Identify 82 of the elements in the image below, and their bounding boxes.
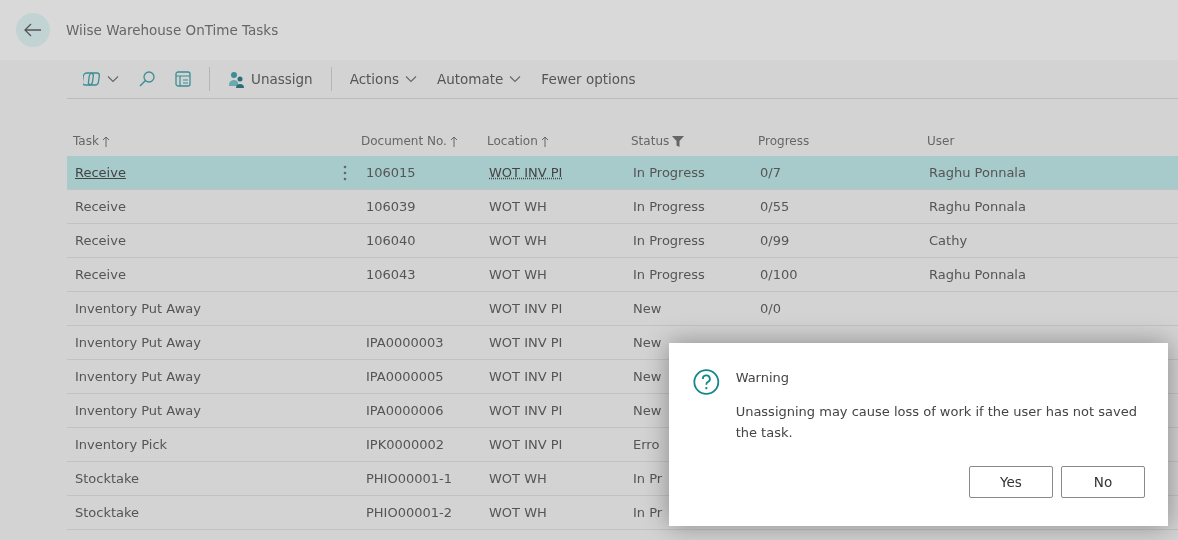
menu-button[interactable]: Actions [341, 67, 425, 91]
back-arrow-icon [24, 23, 42, 37]
back-button[interactable] [16, 13, 50, 47]
table-cell: WOT INV PI [489, 403, 563, 418]
table-cell: WOT WH [489, 505, 547, 520]
unassign-button[interactable]: Unassign [220, 66, 321, 92]
table-cell: Stocktake [75, 471, 140, 486]
table-cell: Receive [75, 233, 126, 248]
table-cell: IPA0000006 [366, 403, 444, 418]
people-icon [228, 70, 245, 88]
table-cell: Receive [75, 267, 126, 282]
table-cell: Inventory Put Away [75, 335, 201, 350]
table-cell: In Progress [633, 267, 705, 282]
question-icon [693, 367, 720, 397]
table-cell: Inventory Pick [75, 437, 168, 452]
layout-icon [175, 71, 191, 87]
overlapping-squares-icon [83, 71, 101, 87]
table-cell: In Pr [633, 471, 663, 486]
column-header[interactable]: Progress [758, 134, 810, 148]
table-cell: In Progress [633, 165, 705, 180]
table-row[interactable]: Receive 106015 WOT INV PI In Progress 0/7 Raghu Ponnala [67, 156, 1178, 190]
table-cell: In Progress [633, 233, 705, 248]
table-cell: WOT WH [489, 199, 547, 214]
more-options-icon[interactable] [343, 164, 347, 181]
table-cell: In Progress [633, 199, 705, 214]
table-cell: WOT WH [489, 471, 547, 486]
table-cell: 106043 [366, 267, 416, 282]
dialog-title: Warning [735, 370, 791, 385]
table-cell: 0/100 [760, 267, 798, 282]
table-cell: WOT WH [489, 267, 547, 282]
table-cell: WOT INV PI [489, 165, 563, 180]
table-cell: New [633, 301, 662, 316]
column-header[interactable]: Location [487, 134, 538, 148]
table-row[interactable]: Receive 106039 WOT WH In Progress 0/55 Raghu Ponnala [67, 190, 1178, 224]
no-button[interactable]: No [1061, 466, 1145, 498]
table-cell: IPK0000002 [366, 437, 445, 452]
column-header[interactable]: Document No. [361, 134, 447, 148]
table-cell: Cathy [929, 233, 968, 248]
table-cell: In Pr [633, 505, 663, 520]
table-cell: Stocktake [75, 505, 140, 520]
table-cell: Erro [633, 437, 660, 452]
search-icon [139, 71, 155, 87]
table-cell: Inventory Put Away [75, 369, 201, 384]
chevron-down-icon [509, 75, 522, 83]
table-cell: WOT INV PI [489, 301, 563, 316]
table-cell: Raghu Ponnala [929, 199, 1026, 214]
column-header[interactable]: User [927, 134, 955, 148]
column-header[interactable]: Status [631, 134, 670, 148]
table-cell: 106015 [366, 165, 416, 180]
table-cell: 0/7 [760, 165, 781, 180]
table-cell: 0/0 [760, 301, 781, 316]
page-title: Wiise Warehouse OnTime Tasks [66, 22, 279, 38]
table-cell: Raghu Ponnala [929, 165, 1026, 180]
table-cell: PHIO00001-2 [366, 505, 452, 520]
table-cell: WOT INV PI [489, 437, 563, 452]
table-cell: IPA0000003 [366, 335, 444, 350]
fewer-options-button[interactable]: Fewer options [533, 67, 644, 91]
table-cell: Inventory Put Away [75, 403, 201, 418]
table-cell: Raghu Ponnala [929, 267, 1026, 282]
table-cell: 0/55 [760, 199, 790, 214]
table-cell: IPA0000005 [366, 369, 444, 384]
chevron-down-icon [107, 75, 119, 83]
table-cell: 106040 [366, 233, 416, 248]
table-cell: WOT INV PI [489, 369, 563, 384]
chevron-down-icon [405, 75, 417, 83]
column-header[interactable]: Task [73, 134, 99, 148]
table-row[interactable]: Receive 106040 WOT WH In Progress 0/99 Cathy [67, 224, 1178, 258]
table-row[interactable]: Receive 106043 WOT WH In Progress 0/100 Raghu Ponnala [67, 258, 1178, 292]
table-cell: 0/99 [760, 233, 790, 248]
table-row[interactable]: Inventory Put Away WOT INV PI New 0/0 [67, 292, 1178, 326]
table-cell: Receive [75, 165, 126, 180]
table-cell: WOT INV PI [489, 335, 563, 350]
menu-button[interactable]: Automate [429, 67, 530, 91]
table-cell: Receive [75, 199, 126, 214]
table-cell: PHIO00001-1 [366, 471, 452, 486]
table-cell: 106039 [366, 199, 416, 214]
table-cell: New [633, 369, 662, 384]
table-cell: WOT WH [489, 233, 547, 248]
table-cell: New [633, 335, 662, 350]
table-cell: New [633, 403, 662, 418]
yes-button[interactable]: Yes [969, 466, 1053, 498]
table-cell: Inventory Put Away [75, 301, 201, 316]
